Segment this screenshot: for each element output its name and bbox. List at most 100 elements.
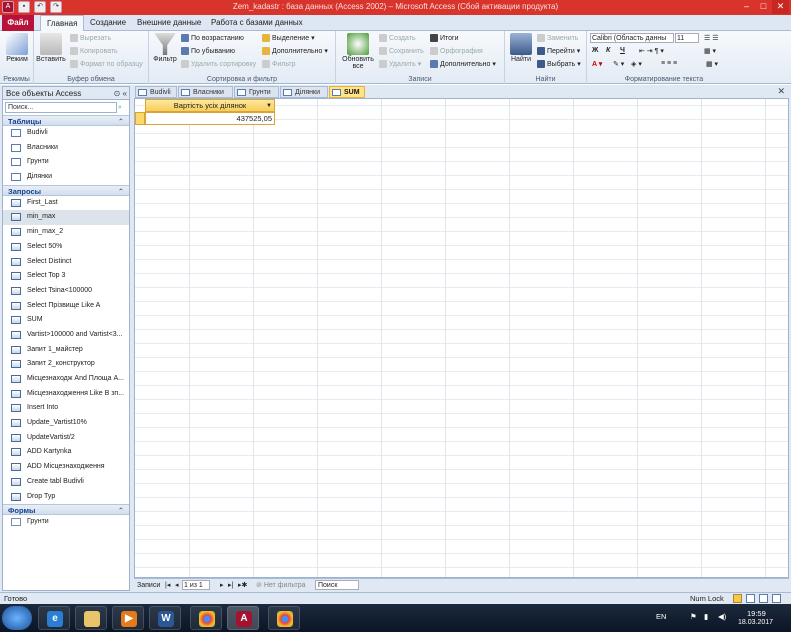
- sort-ascending-button[interactable]: По возрастанию: [181, 34, 244, 42]
- taskbar-explorer[interactable]: [75, 606, 107, 630]
- nav-header-buttons[interactable]: ⊙ «: [114, 87, 127, 100]
- nav-item[interactable]: First_Last: [3, 196, 129, 211]
- clock-time[interactable]: 19:59: [747, 609, 766, 618]
- format-painter-button[interactable]: Формат по образцу: [70, 60, 143, 68]
- bold-button[interactable]: Ж: [592, 47, 598, 54]
- nav-item[interactable]: Insert Into: [3, 401, 129, 416]
- font-size-select[interactable]: 11: [675, 33, 699, 43]
- delete-record-button[interactable]: Удалить ▾: [379, 60, 421, 68]
- toggle-filter-button[interactable]: Фильтр: [262, 60, 296, 68]
- cut-button[interactable]: Вырезать: [70, 34, 111, 42]
- close-document-icon[interactable]: ✕: [777, 86, 785, 97]
- taskbar-ie[interactable]: e: [38, 606, 70, 630]
- tab-external-data[interactable]: Внешние данные: [131, 15, 207, 31]
- replace-button[interactable]: Заменить: [537, 34, 578, 42]
- nav-search-input[interactable]: Поиск... ⌕: [5, 102, 122, 113]
- nav-item[interactable]: ADD Місцезнаходження: [3, 460, 129, 475]
- next-record-button[interactable]: ▸: [220, 579, 224, 592]
- italic-button[interactable]: К: [606, 47, 610, 54]
- nav-item[interactable]: Select Прізвище Like A: [3, 299, 129, 314]
- doc-tab-grunty[interactable]: Грунти: [234, 86, 279, 98]
- tray-flag-icon[interactable]: ⚑: [690, 612, 697, 621]
- remove-sort-button[interactable]: Удалить сортировку: [181, 60, 256, 68]
- taskbar-word[interactable]: W: [149, 606, 181, 630]
- taskbar-media-player[interactable]: ▶: [112, 606, 144, 630]
- column-header[interactable]: Вартість усіх ділянок ▼: [145, 99, 275, 112]
- nav-item[interactable]: Власники: [3, 141, 129, 156]
- list-bullets-icon[interactable]: ☰ ☰: [704, 34, 719, 42]
- taskbar-access[interactable]: A: [227, 606, 259, 630]
- nav-item[interactable]: SUM: [3, 313, 129, 328]
- nav-item[interactable]: Select 50%: [3, 240, 129, 255]
- record-position-field[interactable]: 1 из 1: [182, 580, 210, 590]
- first-record-button[interactable]: |◂: [165, 579, 170, 592]
- font-family-select[interactable]: Calibri (Область данны: [590, 33, 674, 43]
- nav-item[interactable]: Select Distinct: [3, 255, 129, 270]
- nav-item[interactable]: Запит 2_конструктор: [3, 357, 129, 372]
- more-records-button[interactable]: Дополнительно ▾: [430, 60, 496, 68]
- taskbar-chrome[interactable]: [190, 606, 222, 630]
- spelling-button[interactable]: Орфография: [430, 47, 483, 55]
- select-button[interactable]: Выбрать ▾: [537, 60, 581, 68]
- align-icons[interactable]: ≡ ≡ ≡: [661, 60, 677, 67]
- underline-button[interactable]: Ч: [620, 47, 625, 54]
- filter-status[interactable]: ⊘ Нет фильтра: [256, 579, 306, 592]
- pivot-table-view-icon[interactable]: [746, 594, 755, 603]
- nav-item[interactable]: ADD Kartynka: [3, 445, 129, 460]
- nav-item[interactable]: Запит 1_майстер: [3, 343, 129, 358]
- close-button[interactable]: ✕: [772, 0, 789, 14]
- record-search-input[interactable]: Поиск: [315, 580, 359, 590]
- nav-header[interactable]: Все объекты Access ⊙ «: [3, 87, 129, 100]
- save-record-button[interactable]: Сохранить: [379, 47, 424, 55]
- nav-item[interactable]: Select Top 3: [3, 269, 129, 284]
- nav-item[interactable]: Vartist>100000 and Vartist<3...: [3, 328, 129, 343]
- nav-section-header[interactable]: Формы ⌃: [3, 504, 129, 516]
- taskbar-chrome-2[interactable]: [268, 606, 300, 630]
- find-button[interactable]: Найти: [508, 33, 534, 63]
- datasheet-view-icon[interactable]: [733, 594, 742, 603]
- paste-button[interactable]: Вставить: [36, 33, 66, 63]
- nav-item[interactable]: Select Tsina<100000: [3, 284, 129, 299]
- tab-home[interactable]: Главная: [40, 15, 85, 31]
- nav-item[interactable]: min_max: [3, 210, 129, 226]
- copy-button[interactable]: Копировать: [70, 47, 118, 55]
- sort-descending-button[interactable]: По убыванию: [181, 47, 235, 55]
- font-color-button[interactable]: A ▾: [592, 60, 602, 68]
- prev-record-button[interactable]: ◂: [175, 579, 179, 592]
- new-record-button[interactable]: Создать: [379, 34, 416, 42]
- sql-view-icon[interactable]: [772, 594, 781, 603]
- nav-item[interactable]: Update_Vartist10%: [3, 416, 129, 431]
- minimize-button[interactable]: –: [738, 0, 755, 14]
- fill-color-button[interactable]: ◈ ▾: [631, 60, 642, 68]
- alternate-row-color-button[interactable]: ▦ ▾: [706, 60, 718, 68]
- tab-create[interactable]: Создание: [84, 15, 132, 31]
- doc-tab-budivli[interactable]: Budivli: [135, 86, 177, 98]
- maximize-button[interactable]: □: [755, 0, 772, 14]
- last-record-button[interactable]: ▸|: [228, 579, 233, 592]
- nav-item[interactable]: Create tabl Budivli: [3, 475, 129, 490]
- filter-button[interactable]: Фильтр: [151, 33, 179, 63]
- nav-item[interactable]: Грунти: [3, 155, 129, 170]
- new-record-nav-button[interactable]: ▸✱: [238, 579, 247, 592]
- doc-tab-sum[interactable]: SUM: [329, 86, 365, 98]
- data-cell[interactable]: 437525,05: [145, 112, 275, 125]
- goto-button[interactable]: Перейти ▾: [537, 47, 580, 55]
- column-dropdown-icon[interactable]: ▼: [266, 100, 272, 112]
- highlight-color-button[interactable]: ✎ ▾: [613, 60, 624, 68]
- nav-item[interactable]: Грунти: [3, 515, 129, 530]
- nav-item[interactable]: UpdateVartist/2: [3, 431, 129, 446]
- nav-section-header[interactable]: Таблицы ⌃: [3, 115, 129, 126]
- totals-button[interactable]: Итоги: [430, 34, 459, 42]
- gridlines-icon[interactable]: ▦ ▾: [704, 47, 716, 55]
- start-button[interactable]: [2, 606, 32, 630]
- tab-database-tools[interactable]: Работа с базами данных: [205, 15, 309, 31]
- nav-item[interactable]: Budivli: [3, 126, 129, 141]
- nav-item[interactable]: Ділянки: [3, 170, 129, 185]
- nav-item[interactable]: Місцезнаходження Like B зп...: [3, 387, 129, 402]
- datasheet-grid[interactable]: [134, 98, 789, 578]
- nav-section-header[interactable]: Запросы ⌃: [3, 184, 129, 196]
- doc-tab-vlasnyky[interactable]: Власники: [178, 86, 233, 98]
- nav-item[interactable]: Місцезнаходж And Площа A...: [3, 372, 129, 387]
- record-selector[interactable]: [135, 112, 145, 125]
- clock-date[interactable]: 18.03.2017: [738, 619, 773, 626]
